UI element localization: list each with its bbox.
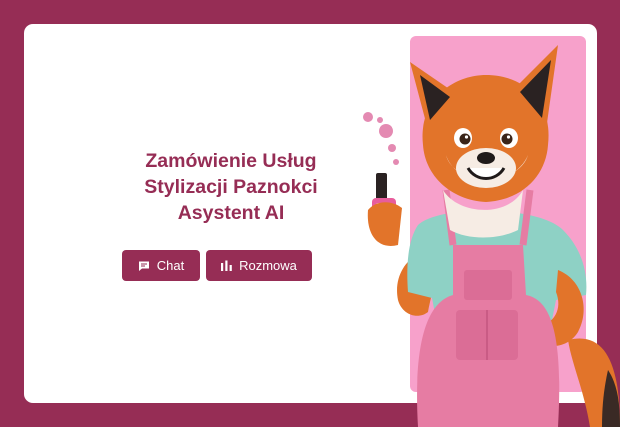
fox-mascot-illustration (363, 45, 620, 427)
audio-bars-icon (221, 260, 232, 272)
title-line-3: Asystent AI (177, 202, 285, 224)
chat-button-label: Chat (156, 258, 185, 273)
title-line-1: Zamówienie Usług (145, 150, 317, 172)
chat-button[interactable]: Chat (122, 250, 200, 281)
voice-button-label: Rozmowa (239, 258, 297, 273)
title-line-2: Stylizacji Paznokci (144, 176, 318, 198)
page-title: Zamówienie Usług Stylizacji Paznokci Asy… (96, 148, 366, 226)
chat-bubble-icon (138, 260, 150, 272)
voice-call-button[interactable]: Rozmowa (206, 250, 312, 281)
